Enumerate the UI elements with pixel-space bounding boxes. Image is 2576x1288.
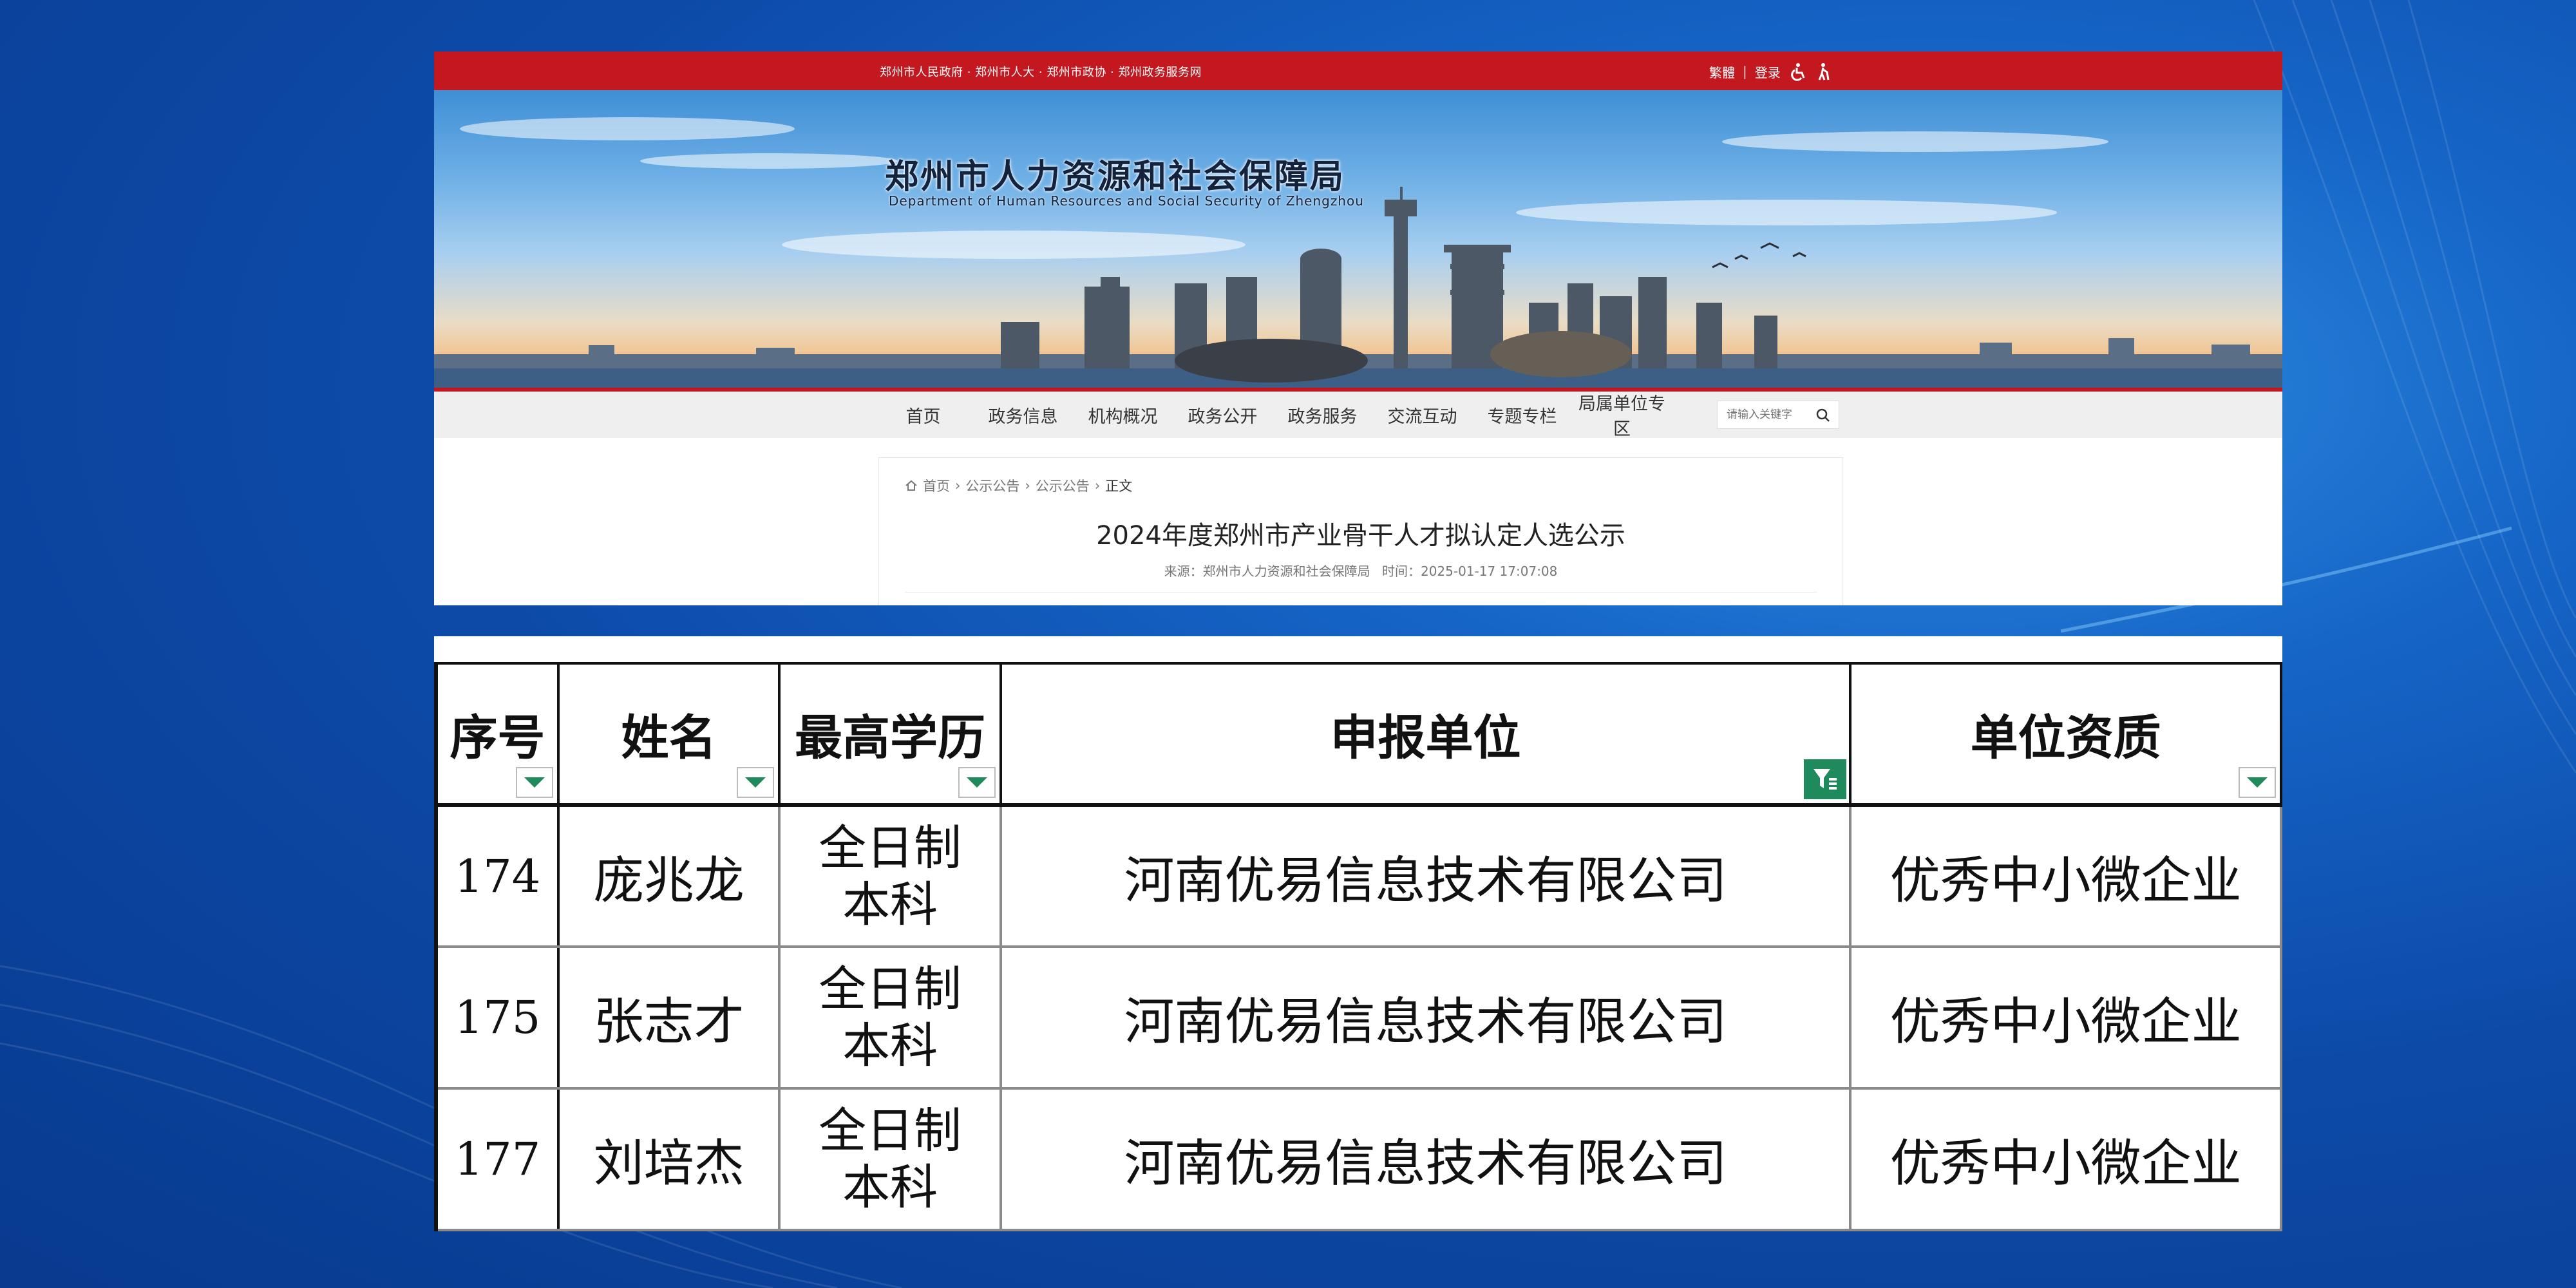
site-subtitle: Department of Human Resources and Social… — [889, 193, 1364, 209]
chevron-down-icon — [745, 777, 766, 788]
chevron-right-icon: › — [955, 478, 961, 493]
cell-unit: 河南优易信息技术有限公司 — [999, 1087, 1852, 1231]
header-education: 最高学历 — [778, 662, 1002, 807]
search-box — [1717, 401, 1839, 429]
header-qualification: 单位资质 — [1849, 662, 2282, 807]
breadcrumb-current: 正文 — [1105, 478, 1133, 494]
filter-dropdown-button[interactable] — [515, 767, 553, 798]
chevron-down-icon — [524, 777, 545, 788]
header-label: 单位资质 — [1970, 710, 2161, 766]
nav-item-services[interactable]: 政务服务 — [1273, 402, 1372, 428]
header-label: 申报单位 — [1330, 710, 1521, 766]
cell-seq: 174 — [434, 804, 560, 948]
chevron-down-icon — [966, 777, 987, 788]
traditional-chinese-link[interactable]: 繁體 — [1709, 62, 1735, 81]
filter-icon — [1814, 769, 1837, 790]
breadcrumb-home[interactable]: 首页 — [923, 476, 950, 495]
home-icon — [905, 480, 917, 491]
edu-line-1: 全日制 — [819, 1103, 962, 1159]
header-label: 姓名 — [621, 710, 717, 766]
header-label: 序号 — [450, 710, 545, 766]
article-meta: 来源：郑州市人力资源和社会保障局 时间：2025-01-17 17:07:08 — [879, 561, 1842, 580]
gov-links[interactable]: 郑州市人民政府 · 郑州市人大 · 郑州市政协 · 郑州政务服务网 — [880, 63, 1202, 80]
main-nav: 首页 政务信息 机构概况 政务公开 政务服务 交流互动 专题专栏 局属单位专区 — [434, 390, 2282, 440]
cell-education: 全日制 本科 — [778, 1087, 1002, 1231]
breadcrumb: 首页 › 公示公告 › 公示公告 › 正文 — [905, 476, 1132, 495]
cell-unit: 河南优易信息技术有限公司 — [999, 804, 1852, 948]
article-time: 时间：2025-01-17 17:07:08 — [1381, 564, 1558, 579]
cell-name: 庞兆龙 — [556, 804, 781, 948]
nav-item-organization[interactable]: 机构概况 — [1073, 402, 1173, 428]
edu-line-2: 本科 — [842, 1018, 938, 1074]
header-banner: 郑州市人力资源和社会保障局 Department of Human Resour… — [434, 90, 2282, 388]
filter-dropdown-button[interactable] — [958, 767, 996, 798]
elder-care-icon[interactable] — [1815, 62, 1832, 81]
nav-item-interaction[interactable]: 交流互动 — [1372, 402, 1472, 428]
wheelchair-icon[interactable] — [1788, 62, 1808, 81]
top-bar-actions: 繁體 | 登录 — [1709, 62, 1832, 81]
header-label: 最高学历 — [795, 710, 986, 766]
cell-qualification: 优秀中小微企业 — [1849, 945, 2282, 1090]
cell-qualification: 优秀中小微企业 — [1849, 804, 2282, 948]
cell-seq: 175 — [434, 945, 560, 1090]
filter-dropdown-button[interactable] — [737, 767, 775, 798]
breadcrumb-notices[interactable]: 公示公告 — [965, 476, 1019, 495]
active-filter-button[interactable] — [1804, 759, 1847, 799]
website-panel: 郑州市人民政府 · 郑州市人大 · 郑州市政协 · 郑州政务服务网 繁體 | 登… — [434, 52, 2282, 605]
edu-line-2: 本科 — [842, 1160, 938, 1215]
cell-seq: 177 — [434, 1087, 560, 1231]
cell-name: 刘培杰 — [556, 1087, 781, 1231]
header-seq: 序号 — [434, 662, 560, 807]
article-title: 2024年度郑州市产业骨干人才拟认定人选公示 — [1096, 521, 1625, 551]
cell-name: 张志才 — [556, 945, 781, 1090]
site-title: 郑州市人力资源和社会保障局 — [885, 157, 1346, 196]
table-row: 175 张志才 全日制 本科 河南优易信息技术有限公司 优秀中小微企业 — [434, 945, 2282, 1090]
cell-education: 全日制 本科 — [778, 945, 1002, 1090]
divider: | — [1743, 64, 1747, 79]
header-name: 姓名 — [556, 662, 781, 807]
article-header: 首页 › 公示公告 › 公示公告 › 正文 2024年度郑州市产业骨干人才拟认定… — [878, 457, 1843, 605]
nav-item-subunits[interactable]: 局属单位专区 — [1572, 390, 1672, 440]
header-unit: 申报单位 — [999, 662, 1852, 807]
login-link[interactable]: 登录 — [1755, 62, 1781, 81]
chevron-right-icon: › — [1094, 478, 1101, 493]
cell-qualification: 优秀中小微企业 — [1849, 1087, 2282, 1231]
edu-line-1: 全日制 — [819, 820, 962, 876]
city-skyline-image — [434, 117, 2282, 388]
chevron-down-icon — [2247, 777, 2268, 788]
spreadsheet-screenshot: 序号 姓名 最高学历 申报单位 单位资质 174 庞兆龙 全日制 本科 河南优易… — [434, 636, 2282, 1231]
cell-unit: 河南优易信息技术有限公司 — [999, 945, 1852, 1090]
nav-item-topics[interactable]: 专题专栏 — [1472, 402, 1572, 428]
edu-line-1: 全日制 — [819, 961, 962, 1017]
nav-item-disclosure[interactable]: 政务公开 — [1173, 402, 1273, 428]
cell-education: 全日制 本科 — [778, 804, 1002, 948]
chevron-right-icon: › — [1025, 478, 1030, 493]
table-header-row: 序号 姓名 最高学历 申报单位 单位资质 — [434, 662, 2282, 807]
nav-item-gov-info[interactable]: 政务信息 — [973, 402, 1073, 428]
table-row: 177 刘培杰 全日制 本科 河南优易信息技术有限公司 优秀中小微企业 — [434, 1087, 2282, 1231]
search-input[interactable] — [1727, 408, 1817, 421]
candidate-table: 序号 姓名 最高学历 申报单位 单位资质 174 庞兆龙 全日制 本科 河南优易… — [434, 662, 2282, 1231]
edu-line-2: 本科 — [842, 876, 938, 933]
article-source: 来源：郑州市人力资源和社会保障局 — [1164, 564, 1370, 579]
breadcrumb-notices-sub[interactable]: 公示公告 — [1036, 476, 1090, 495]
nav-item-home[interactable]: 首页 — [873, 402, 973, 428]
table-row: 174 庞兆龙 全日制 本科 河南优易信息技术有限公司 优秀中小微企业 — [434, 804, 2282, 948]
top-bar: 郑州市人民政府 · 郑州市人大 · 郑州市政协 · 郑州政务服务网 繁體 | 登… — [434, 52, 2282, 90]
filter-dropdown-button[interactable] — [2239, 767, 2276, 798]
search-icon[interactable] — [1815, 408, 1831, 423]
nav-items: 首页 政务信息 机构概况 政务公开 政务服务 交流互动 专题专栏 局属单位专区 — [873, 390, 1672, 440]
